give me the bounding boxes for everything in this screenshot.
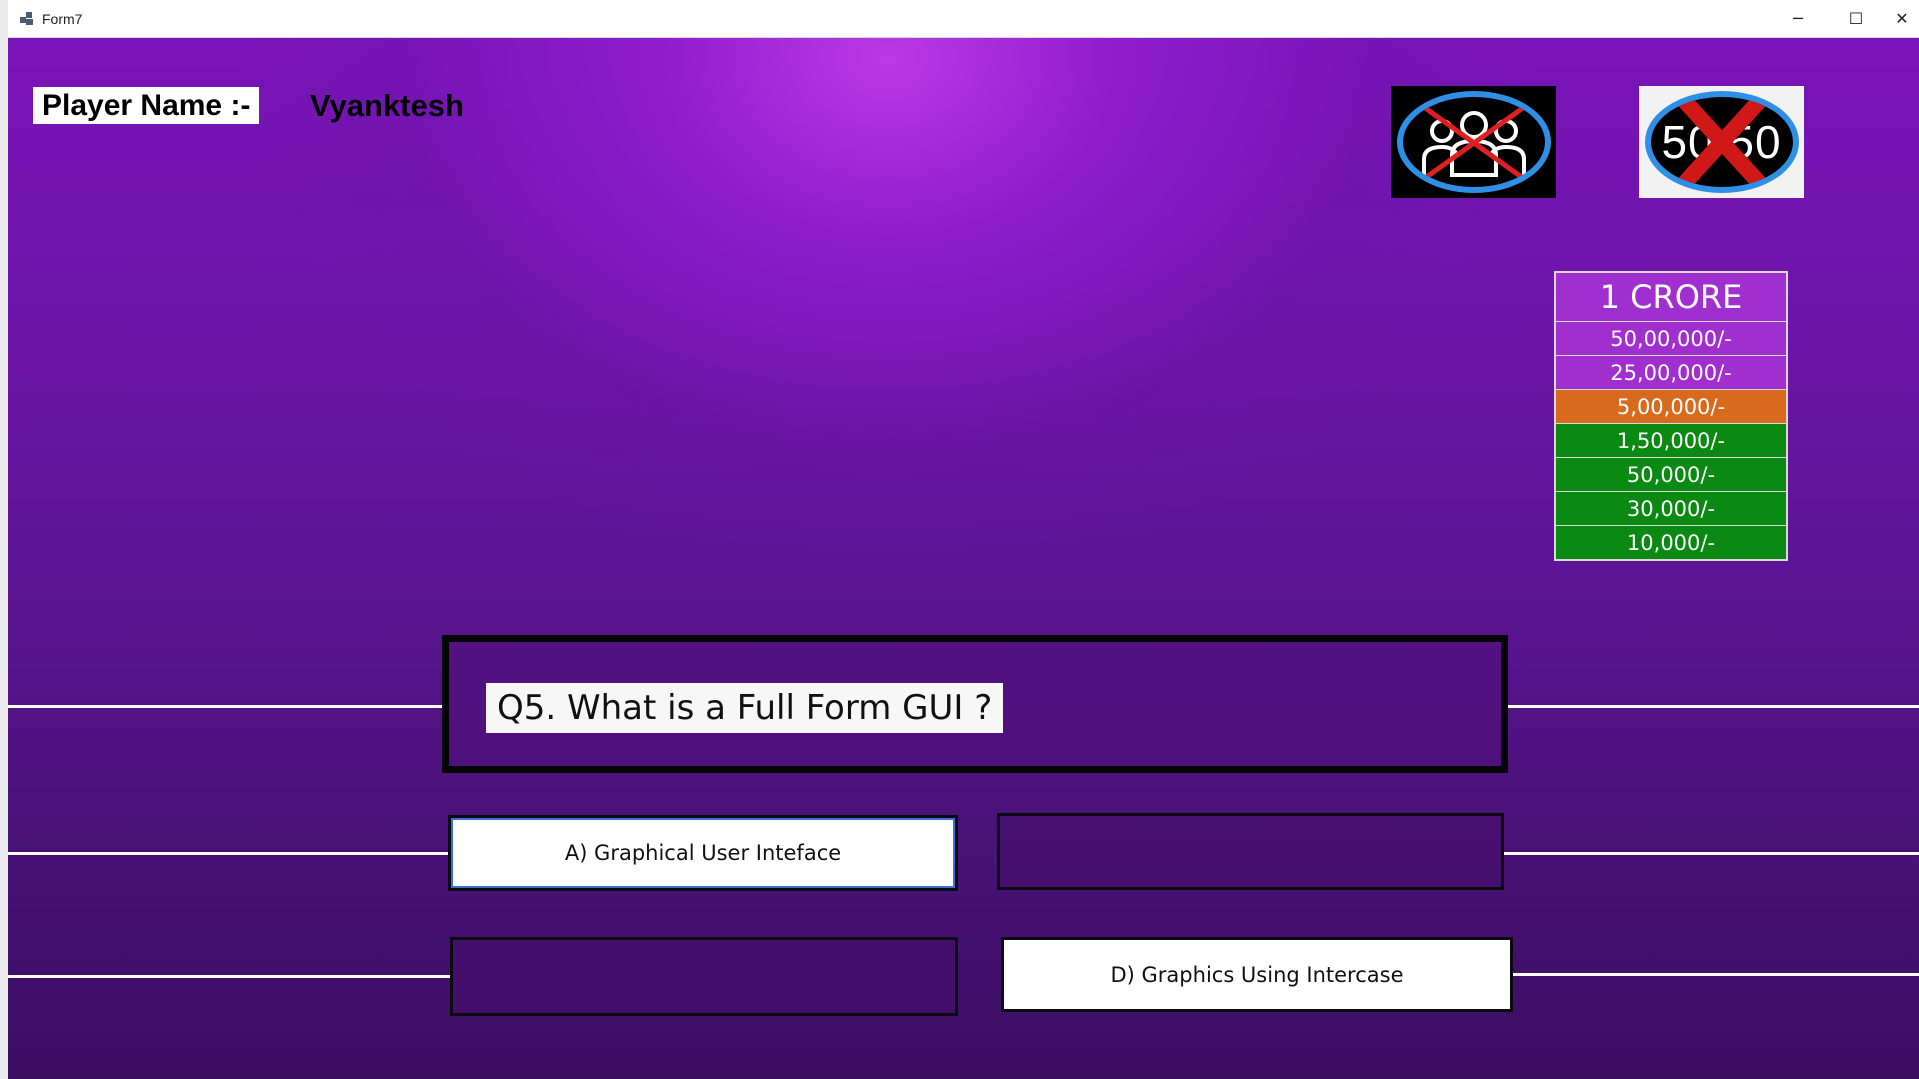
maximize-button[interactable]: ☐ [1827,0,1885,37]
minimize-button[interactable]: ─ [1769,0,1827,37]
option-c-button[interactable] [450,937,958,1016]
option-row1-line-left [8,852,448,855]
player-name-label: Player Name :- [33,87,260,124]
window-title: Form7 [42,10,83,27]
question-box: Q5. What is a Full Form GUI ? [442,635,1508,773]
audience-poll-icon [1396,91,1551,193]
prize-level-5: 1,50,000/- [1556,423,1786,457]
fifty-fifty-lifeline-button[interactable]: 50 50 [1639,86,1804,198]
prize-level-8: 10,000/- [1556,525,1786,559]
player-name-value: Vyanktesh [310,88,464,123]
fifty-fifty-icon: 50 50 [1644,91,1799,193]
title-bar[interactable]: Form7 ─ ☐ ✕ [8,0,1919,38]
option-d-button[interactable]: D) Graphics Using Intercase [1001,937,1513,1012]
prize-level-1: 1 CRORE [1556,273,1786,321]
prize-level-6: 50,000/- [1556,457,1786,491]
prize-level-4-current: 5,00,000/- [1556,389,1786,423]
prize-level-7: 30,000/- [1556,491,1786,525]
used-cross-icon [1419,102,1528,184]
option-b-button[interactable] [997,813,1504,890]
question-line-left [8,705,442,708]
close-button[interactable]: ✕ [1885,0,1919,37]
app-icon [20,11,34,26]
question-text: Q5. What is a Full Form GUI ? [486,683,1004,733]
left-window-edge [0,0,8,1079]
option-row2-line-right [1513,973,1919,976]
prize-level-3: 25,00,000/- [1556,355,1786,389]
audience-poll-lifeline-button[interactable] [1391,86,1556,198]
option-row1-line-right [1504,852,1919,855]
question-line-right [1508,705,1919,708]
prize-ladder: 1 CRORE 50,00,000/- 25,00,000/- 5,00,000… [1554,271,1788,561]
option-row2-line-left [8,975,450,978]
used-cross-icon [1674,97,1769,187]
game-stage: Player Name :- Vyanktesh 50 50 1 CRORE 5… [8,38,1919,1079]
prize-level-2: 50,00,000/- [1556,321,1786,355]
option-a-button[interactable]: A) Graphical User Inteface [448,815,958,891]
